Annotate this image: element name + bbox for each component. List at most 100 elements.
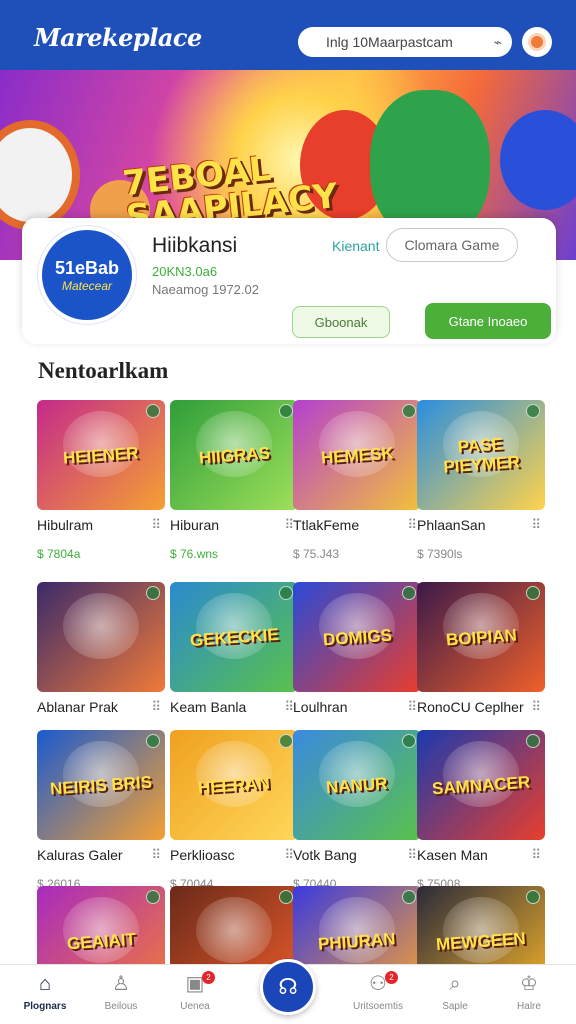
more-options-icon[interactable]: ⠿ [407, 699, 417, 715]
search-input[interactable] [326, 34, 476, 50]
game-card[interactable]: HEERAN Perklioasc ⠿ $ 70044 [170, 730, 298, 891]
corner-tag-icon [526, 404, 540, 418]
game-thumbnail[interactable]: SAMNACER [417, 730, 545, 840]
corner-tag-icon [279, 586, 293, 600]
logo-subtext: Matecear [61, 278, 113, 293]
game-title[interactable]: TtlakFeme [293, 517, 401, 533]
store-stat: 20KN3.0a6 [152, 264, 218, 279]
banner-character [500, 110, 576, 210]
section-title: Nentoarlkam [38, 358, 169, 383]
arrow-icon[interactable]: ⌁ [494, 34, 502, 51]
game-art-title: SAMNACER [431, 772, 531, 798]
primary-action-button[interactable]: Gtane Inoaeo [425, 303, 551, 339]
game-thumbnail[interactable]: DOMIGS [293, 582, 421, 692]
nav-label: Beilous [104, 1001, 138, 1012]
game-price: $ 75.J43 [293, 547, 340, 561]
top-bar: Marekeplace ⌁ [0, 0, 576, 74]
game-thumbnail[interactable]: HEMESK [293, 400, 421, 510]
store-name: Hiibkansi [152, 234, 238, 257]
corner-tag-icon [526, 586, 540, 600]
corner-tag-icon [146, 586, 160, 600]
corner-tag-icon [526, 734, 540, 748]
game-title[interactable]: Hibulram [37, 517, 145, 533]
app-title: Marekeplace [34, 22, 202, 52]
game-art-title: NEIRIS BRIS [49, 771, 153, 799]
avatar-icon [528, 33, 546, 51]
more-options-icon[interactable]: ⠿ [531, 847, 541, 863]
game-card[interactable]: NEIRIS BRIS Kaluras Galer ⠿ $ 26016 [37, 730, 165, 891]
nav-item-profile[interactable]: ♔ Halre [494, 973, 564, 1012]
game-title[interactable]: RonoCU Ceplher [417, 699, 525, 715]
thumbnail-glow [195, 897, 273, 963]
game-thumbnail[interactable]: HIIGRAS [170, 400, 298, 510]
game-title[interactable]: Hiburan [170, 517, 278, 533]
more-options-icon[interactable]: ⠿ [531, 517, 541, 533]
more-options-icon[interactable]: ⠿ [151, 699, 161, 715]
more-options-icon[interactable]: ⠿ [151, 847, 161, 863]
game-card[interactable]: Ablanar Prak⠿$ 79.46 [37, 582, 165, 743]
more-options-icon[interactable]: ⠿ [531, 699, 541, 715]
nav-label: Plognars [23, 1001, 67, 1012]
nav-item-people[interactable]: ⚇ 2 Uritsoemtis [343, 971, 413, 1012]
corner-tag-icon [402, 734, 416, 748]
store-link[interactable]: Kienant [332, 238, 379, 254]
more-options-icon[interactable]: ⠿ [151, 517, 161, 533]
store-profile-card: 51eBab Matecear Hiibkansi 20KN3.0a6 Naea… [22, 218, 556, 344]
corner-tag-icon [279, 890, 293, 904]
corner-tag-icon [146, 734, 160, 748]
game-title[interactable]: Keam Banla [170, 699, 278, 715]
corner-tag-icon [402, 586, 416, 600]
corner-tag-icon [146, 890, 160, 904]
game-thumbnail[interactable] [37, 582, 165, 692]
profile-icon: ♔ [520, 973, 538, 995]
nav-label: Saple [442, 1001, 468, 1012]
nav-item-home[interactable]: ⌂ Plognars [10, 973, 80, 1012]
follow-button[interactable]: Gboonak [292, 306, 390, 338]
banner-character [0, 120, 80, 230]
game-card[interactable]: HEMESK TtlakFeme ⠿ $ 75.J43 [293, 400, 421, 561]
game-title[interactable]: Perklioasc [170, 847, 278, 863]
game-thumbnail[interactable]: HEERAN [170, 730, 298, 840]
nav-item-bell[interactable]: ♙ Beilous [86, 973, 156, 1012]
game-title[interactable]: Loulhran [293, 699, 401, 715]
game-thumbnail[interactable]: BOIPIAN [417, 582, 545, 692]
corner-tag-icon [402, 890, 416, 904]
game-card[interactable]: HIIGRAS Hiburan ⠿ $ 76.wns [170, 400, 298, 561]
search-bar[interactable]: ⌁ [298, 27, 512, 57]
corner-tag-icon [146, 404, 160, 418]
nav-item-cart[interactable]: ▣ 2 Uenea [160, 971, 230, 1012]
more-options-icon[interactable]: ⠿ [407, 847, 417, 863]
search-icon: ⌕ [449, 973, 461, 995]
game-card[interactable]: GEKECKIEKeam Banla⠿$ 79006 [170, 582, 298, 743]
game-title[interactable]: Ablanar Prak [37, 699, 145, 715]
game-thumbnail[interactable]: NEIRIS BRIS [37, 730, 165, 840]
nav-label: Halre [517, 1001, 541, 1012]
game-card[interactable]: HEIENER Hibulram ⠿ $ 7804a [37, 400, 165, 561]
game-thumbnail[interactable]: NANUR [293, 730, 421, 840]
game-title[interactable]: Kaluras Galer [37, 847, 145, 863]
game-card[interactable]: DOMIGSLoulhran⠿$ 79028 [293, 582, 421, 743]
bottom-nav: ☊ ⌂ Plognars ♙ Beilous ▣ 2 Uenea ⚇ 2 Uritsoemtis ⌕… [0, 959, 576, 1024]
game-card[interactable]: BOIPIANRonoCU Ceplher⠿$ 236ds [417, 582, 545, 743]
game-thumbnail[interactable]: HEIENER [37, 400, 165, 510]
game-price: $ 76.wns [170, 547, 219, 561]
home-icon: ⌂ [38, 973, 52, 995]
user-avatar[interactable] [522, 27, 552, 57]
game-controller-icon[interactable]: ☊ [260, 959, 316, 1015]
notification-badge: 2 [202, 971, 215, 984]
game-art-title: PASE PIEYMER [442, 434, 521, 477]
game-thumbnail[interactable]: GEKECKIE [170, 582, 298, 692]
game-card[interactable]: PASE PIEYMER PhlaanSan ⠿ $ 7390ls [417, 400, 545, 561]
game-card[interactable]: SAMNACER Kasen Man ⠿ $ 75008 [417, 730, 545, 891]
view-games-button[interactable]: Clomara Game [386, 228, 518, 262]
nav-item-search[interactable]: ⌕ Saple [420, 973, 490, 1012]
corner-tag-icon [279, 734, 293, 748]
corner-tag-icon [526, 890, 540, 904]
game-title[interactable]: Kasen Man [417, 847, 525, 863]
game-title[interactable]: PhlaanSan [417, 517, 525, 533]
store-logo: 51eBab Matecear [38, 226, 136, 324]
game-thumbnail[interactable]: PASE PIEYMER [417, 400, 545, 510]
game-title[interactable]: Votk Bang [293, 847, 401, 863]
game-card[interactable]: NANUR Votk Bang ⠿ $ 70440 [293, 730, 421, 891]
more-options-icon[interactable]: ⠿ [407, 517, 417, 533]
